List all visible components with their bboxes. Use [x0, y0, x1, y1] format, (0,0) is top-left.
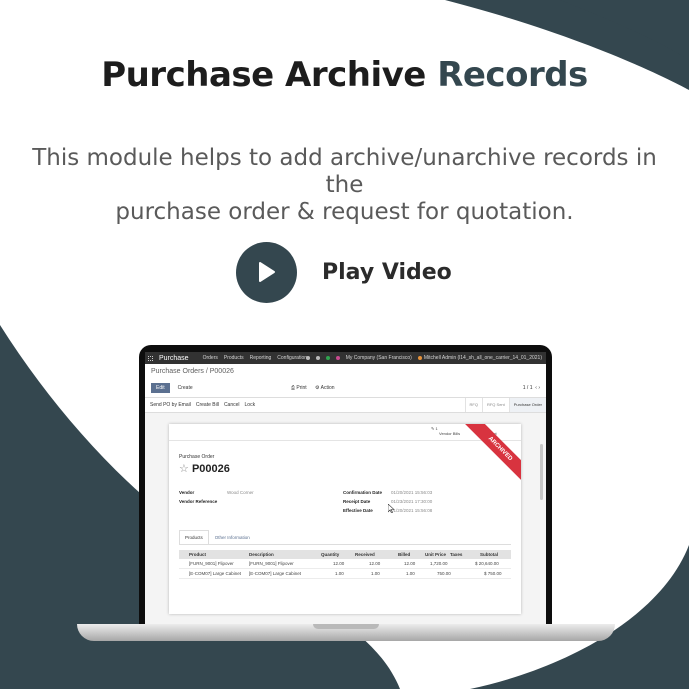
col-received[interactable]: Received [355, 552, 375, 557]
user-avatar [417, 356, 422, 360]
vendor-bills-count: 1 [435, 426, 438, 431]
cell-product: [FURN_9001] Flipover [189, 561, 234, 566]
activity-icon[interactable] [325, 356, 330, 360]
mouse-cursor-icon [388, 504, 394, 513]
cell-quantity: 1.00 [335, 571, 344, 576]
tab-products[interactable]: Products [179, 530, 209, 545]
cell-unit-price: 1,720.00 [430, 561, 448, 566]
vendor-label: Vendor [179, 490, 195, 495]
cell-subtotal: $ 20,640.00 [475, 561, 499, 566]
laptop-screen: Purchase Orders Products Reporting Confi… [145, 352, 546, 624]
chat-icon[interactable] [315, 356, 320, 360]
subtitle-line-2: purchase order & request for quotation. [115, 199, 574, 225]
scrollbar[interactable] [540, 444, 543, 500]
control-panel: Edit Create ⎙ Print ⚙ Action 1 / 1 ‹ › [145, 379, 546, 398]
star-icon[interactable]: ☆ [179, 463, 189, 475]
menu-reporting[interactable]: Reporting [250, 355, 272, 361]
app-topbar: Purchase Orders Products Reporting Confi… [145, 352, 546, 364]
apps-menu-icon[interactable] [148, 355, 153, 361]
table-row[interactable]: [FURN_9001] Flipover [FURN_9001] Flipove… [179, 559, 511, 569]
vendor-bills-label: Vendor Bills [439, 431, 461, 436]
edit-button[interactable]: Edit [151, 383, 170, 393]
vendor-ref-label: Vendor Reference [179, 499, 218, 504]
confirmation-date-label: Confirmation Date [343, 490, 383, 495]
table-header: Product Description Quantity Received Bi… [179, 550, 511, 559]
breadcrumb[interactable]: Purchase Orders / P00026 [145, 364, 546, 379]
receipt-date-value[interactable]: 01/23/2021 17:30:00 [391, 499, 432, 504]
cell-quantity: 12.00 [333, 561, 345, 566]
menu-products[interactable]: Products [224, 355, 244, 361]
vendor-bills-button[interactable]: ✎ 1 Vendor Bills [431, 426, 460, 436]
effective-date-label: Effective Date [343, 508, 373, 513]
vendor-value[interactable]: Wood Corner [227, 490, 254, 495]
doc-number-row: ☆ P00026 [179, 462, 230, 475]
cell-received: 12.00 [369, 561, 381, 566]
notebook-tabs: Products Other Information [179, 530, 256, 545]
tab-other-information[interactable]: Other Information [209, 530, 256, 545]
cell-billed: 12.00 [404, 561, 416, 566]
col-subtotal[interactable]: Subtotal [480, 552, 498, 557]
laptop-notch [313, 624, 379, 629]
title-main: Purchase Archive [101, 55, 426, 95]
subtitle: This module helps to add archive/unarchi… [10, 145, 679, 226]
status-bar: Send PO by Email Create Bill Cancel Lock… [145, 398, 546, 413]
cell-billed: 1.00 [406, 571, 415, 576]
col-quantity[interactable]: Quantity [321, 552, 339, 557]
print-button[interactable]: ⎙ Print [291, 385, 307, 391]
play-icon [259, 262, 275, 282]
pencil-icon: ✎ [431, 426, 435, 431]
col-unit-price[interactable]: Unit Price [425, 552, 446, 557]
cell-received: 1.00 [371, 571, 380, 576]
stage-rfq-sent[interactable]: RFQ Sent [481, 398, 509, 412]
menu-orders[interactable]: Orders [203, 355, 218, 361]
cell-description: [FURN_9001] Flipover [249, 561, 294, 566]
col-description[interactable]: Description [249, 552, 274, 557]
table-row[interactable]: [E-COM07] Large Cabinet [E-COM07] Large … [179, 569, 511, 579]
company-switcher[interactable]: My Company (San Francisco) [346, 355, 412, 361]
doc-number: P00026 [191, 463, 230, 475]
cancel-button[interactable]: Cancel [224, 402, 240, 408]
create-bill-button[interactable]: Create Bill [196, 402, 219, 408]
doc-type: Purchase Order [179, 454, 215, 460]
cell-subtotal: $ 750.00 [484, 571, 502, 576]
col-product[interactable]: Product [189, 552, 206, 557]
confirmation-date-value[interactable]: 01/20/2021 15:56:03 [391, 490, 432, 495]
lock-button[interactable]: Lock [245, 402, 256, 408]
send-po-email-button[interactable]: Send PO by Email [150, 402, 191, 408]
subtitle-line-1: This module helps to add archive/unarchi… [32, 145, 657, 198]
receipt-date-label: Receipt Date [343, 499, 371, 504]
cell-description: [E-COM07] Large Cabinet [249, 571, 302, 576]
stage-purchase-order[interactable]: Purchase Order [508, 398, 546, 412]
title-accent: Records [437, 55, 588, 95]
pager-value: 1 / 1 [522, 385, 533, 391]
order-lines-table: Product Description Quantity Received Bi… [179, 550, 511, 579]
stage-rfq[interactable]: RFQ [464, 398, 482, 412]
stage-bar: RFQ RFQ Sent Purchase Order [464, 398, 546, 412]
cell-unit-price: 750.00 [437, 571, 451, 576]
play-video-button[interactable]: Play Video [236, 242, 452, 303]
pager[interactable]: 1 / 1 ‹ › [523, 385, 540, 391]
action-label: Action [320, 385, 335, 391]
user-menu[interactable]: Mitchell Admin (l14_sh_all_one_carrier_1… [424, 355, 542, 361]
form-sheet: ✎ 1 Vendor Bills ■ 1 Receipt ARCHIVED Pu… [169, 424, 521, 614]
print-label: Print [296, 385, 307, 391]
bug-icon[interactable] [305, 356, 310, 360]
prev-icon[interactable]: ‹ [535, 385, 537, 391]
cell-product: [E-COM07] Large Cabinet [189, 571, 242, 576]
page-title: Purchase Archive Records [0, 55, 689, 95]
company-icon [335, 356, 340, 360]
effective-date-value[interactable]: 01/20/2021 15:56:08 [391, 508, 432, 513]
play-circle[interactable] [236, 242, 297, 303]
app-name[interactable]: Purchase [159, 355, 189, 362]
col-billed[interactable]: Billed [398, 552, 410, 557]
play-video-label[interactable]: Play Video [322, 260, 452, 285]
next-icon[interactable]: › [538, 385, 540, 391]
action-button[interactable]: ⚙ Action [315, 385, 335, 391]
col-taxes[interactable]: Taxes [450, 552, 462, 557]
create-button[interactable]: Create [178, 385, 193, 391]
tab-divider [179, 544, 511, 545]
